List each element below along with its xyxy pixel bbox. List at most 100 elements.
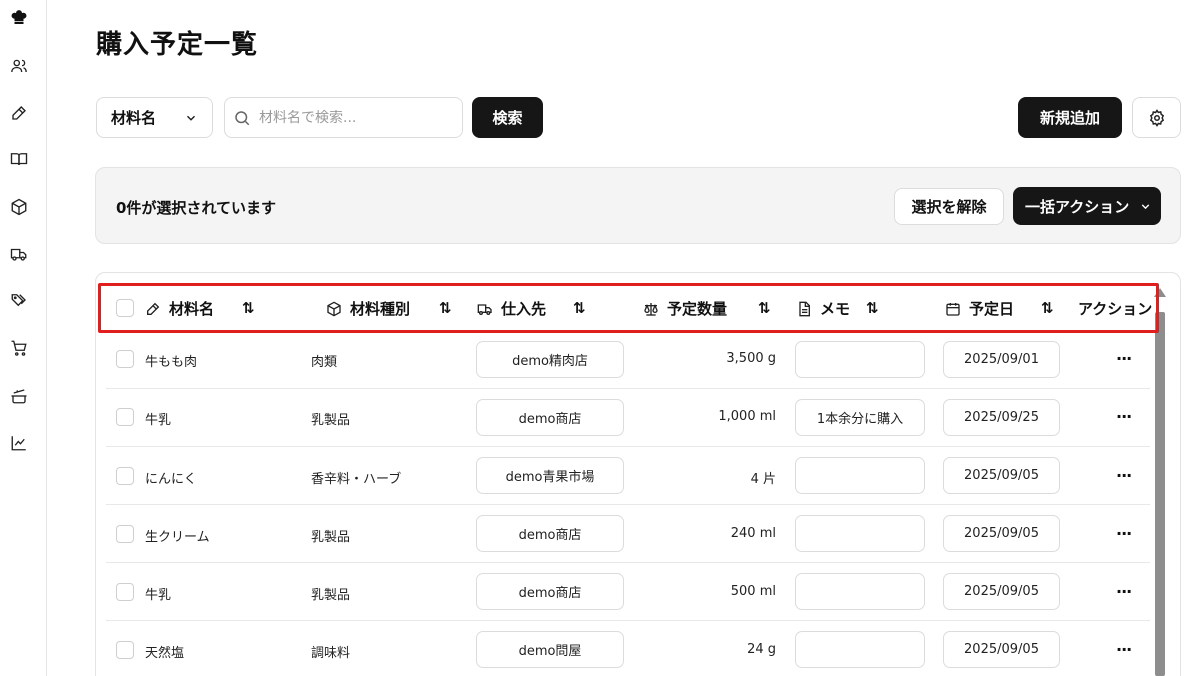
new-item-button[interactable]: 新規追加: [1018, 97, 1122, 138]
material-name: 牛もも肉: [145, 355, 198, 370]
truck-icon: [477, 303, 492, 315]
header-quantity[interactable]: 予定数量: [643, 298, 727, 319]
header-type[interactable]: 材料種別: [326, 298, 410, 319]
row-actions-button[interactable]: ···: [1116, 524, 1132, 543]
chevron-down-icon: [1142, 203, 1150, 209]
memo-field[interactable]: [795, 631, 925, 668]
header-material[interactable]: 材料名: [145, 298, 214, 319]
search-icon: [235, 110, 250, 125]
material-name: 牛乳: [145, 588, 172, 603]
material-type: 乳製品: [311, 413, 351, 428]
supplier-field[interactable]: demo商店: [476, 515, 624, 552]
memo-field[interactable]: [795, 515, 925, 552]
page-title: 購入予定一覧: [96, 30, 259, 60]
material-type: 肉類: [311, 355, 338, 370]
row-actions-button[interactable]: ···: [1116, 466, 1132, 485]
memo-field[interactable]: [795, 573, 925, 610]
sort-date-button[interactable]: ⇅: [1041, 299, 1054, 317]
bulk-action-button[interactable]: 一括アクション: [1013, 187, 1161, 225]
sort-type-button[interactable]: ⇅: [439, 299, 452, 317]
date-field[interactable]: 2025/09/05: [943, 515, 1060, 552]
row-actions-button[interactable]: ···: [1116, 407, 1132, 426]
material-type: 香辛料・ハーブ: [311, 472, 402, 487]
row-checkbox[interactable]: [116, 467, 134, 485]
box-icon[interactable]: [8, 196, 30, 218]
row-checkbox[interactable]: [116, 408, 134, 426]
field-select[interactable]: 材料名: [96, 97, 213, 138]
row-checkbox[interactable]: [116, 641, 134, 659]
date-field[interactable]: 2025/09/25: [943, 399, 1060, 436]
search-box[interactable]: [224, 97, 463, 138]
row-divider: [106, 388, 1150, 389]
supplier-field[interactable]: demo精肉店: [476, 341, 624, 378]
box-icon: [327, 301, 341, 316]
bulk-action-label: 一括アクション: [1025, 197, 1130, 216]
search-input[interactable]: [259, 109, 449, 126]
quantity: 1,000 ml: [718, 409, 776, 424]
clear-selection-button[interactable]: 選択を解除: [894, 188, 1004, 225]
chef-hat-icon[interactable]: [8, 7, 30, 29]
sort-material-button[interactable]: ⇅: [242, 299, 255, 317]
cart-icon[interactable]: [8, 337, 30, 359]
supplier-field[interactable]: demo商店: [476, 573, 624, 610]
material-type: 乳製品: [311, 530, 351, 545]
tags-icon[interactable]: [8, 289, 30, 311]
sort-supplier-button[interactable]: ⇅: [573, 299, 586, 317]
header-supplier[interactable]: 仕入先: [477, 298, 546, 319]
scale-icon: [644, 302, 658, 316]
material-type: 調味料: [311, 646, 351, 661]
truck-icon[interactable]: [8, 243, 30, 265]
pen-icon[interactable]: [8, 102, 30, 124]
gear-icon: [1149, 108, 1164, 127]
header-memo[interactable]: メモ: [796, 298, 850, 319]
date-field[interactable]: 2025/09/05: [943, 573, 1060, 610]
book-icon[interactable]: [8, 148, 30, 170]
sort-memo-button[interactable]: ⇅: [866, 299, 879, 317]
row-checkbox[interactable]: [116, 525, 134, 543]
material-name: 天然塩: [145, 646, 185, 661]
scroll-up-arrow[interactable]: [1154, 288, 1166, 297]
date-field[interactable]: 2025/09/05: [943, 457, 1060, 494]
sidebar: [0, 0, 47, 676]
row-actions-button[interactable]: ···: [1116, 349, 1132, 368]
quantity: 24 g: [747, 642, 776, 657]
cooking-pot-icon[interactable]: [8, 385, 30, 407]
memo-field[interactable]: 1本余分に購入: [795, 399, 925, 436]
settings-button[interactable]: [1132, 97, 1181, 138]
quantity: 500 ml: [730, 584, 776, 599]
row-divider: [106, 446, 1150, 447]
date-field[interactable]: 2025/09/05: [943, 631, 1060, 668]
quantity: 240 ml: [730, 526, 776, 541]
material-name: 牛乳: [145, 413, 172, 428]
users-icon[interactable]: [8, 55, 30, 77]
row-divider: [106, 504, 1150, 505]
pen-icon: [147, 302, 160, 315]
chart-icon[interactable]: [8, 432, 30, 454]
calendar-icon: [946, 302, 960, 316]
date-field[interactable]: 2025/09/01: [943, 341, 1060, 378]
quantity: 3,500 g: [726, 351, 776, 366]
supplier-field[interactable]: demo問屋: [476, 631, 624, 668]
supplier-field[interactable]: demo青果市場: [476, 457, 624, 494]
quantity: 4 片: [750, 472, 776, 487]
row-actions-button[interactable]: ···: [1116, 640, 1132, 659]
material-name: 生クリーム: [145, 530, 210, 545]
search-button[interactable]: 検索: [472, 97, 543, 138]
header-actions: アクション: [1078, 300, 1153, 318]
material-name: にんにく: [145, 472, 197, 487]
memo-field[interactable]: [795, 341, 925, 378]
selection-count: 0件が選択されています: [116, 199, 276, 217]
supplier-field[interactable]: demo商店: [476, 399, 624, 436]
select-all-checkbox[interactable]: [116, 299, 134, 317]
header-date[interactable]: 予定日: [945, 298, 1014, 319]
sort-quantity-button[interactable]: ⇅: [758, 299, 771, 317]
memo-field[interactable]: [795, 457, 925, 494]
row-divider: [106, 562, 1150, 563]
scrollbar-thumb[interactable]: [1155, 312, 1165, 676]
row-divider: [106, 620, 1150, 621]
row-checkbox[interactable]: [116, 350, 134, 368]
chevron-down-icon: [186, 115, 196, 121]
row-checkbox[interactable]: [116, 583, 134, 601]
document-icon: [799, 301, 810, 316]
row-actions-button[interactable]: ···: [1116, 582, 1132, 601]
